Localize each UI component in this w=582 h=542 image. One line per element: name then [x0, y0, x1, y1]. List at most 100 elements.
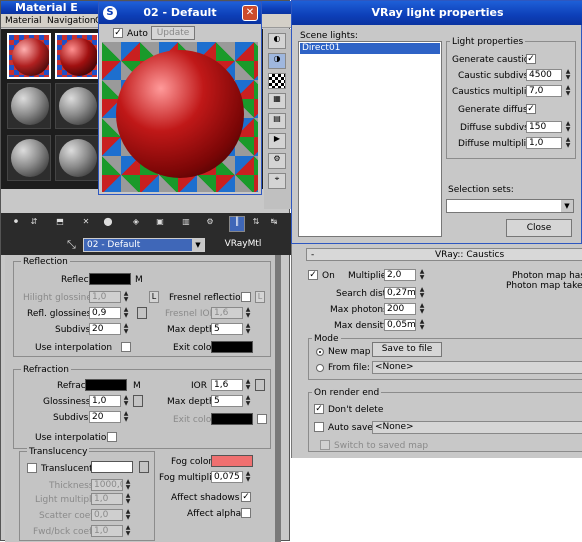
reflect-color-swatch[interactable] — [89, 273, 131, 285]
backlight-icon[interactable]: ◑ — [268, 53, 286, 69]
refract-color-swatch[interactable] — [85, 379, 127, 391]
spinner-icon[interactable]: ▲ ▼ — [418, 319, 426, 331]
spinner-icon[interactable]: ▲ ▼ — [122, 307, 130, 319]
options-icon[interactable]: ⚙ — [268, 153, 286, 169]
diffuse-subdivs-field[interactable]: 150 — [526, 121, 562, 133]
refr-max-depth-field[interactable]: 5 — [211, 395, 243, 407]
fog-color-swatch[interactable] — [211, 455, 253, 467]
save-to-file-button[interactable]: Save to file — [372, 342, 442, 357]
spinner-icon[interactable]: ▲ ▼ — [122, 291, 130, 303]
auto-checkbox[interactable]: ✓ — [113, 28, 123, 38]
refr-glossiness-field[interactable]: 1,0 — [89, 395, 121, 407]
spinner-icon[interactable]: ▲ ▼ — [124, 479, 132, 491]
spinner-icon[interactable]: ▲ ▼ — [244, 307, 252, 319]
sample-slot-1[interactable] — [7, 33, 51, 79]
material-type-button[interactable]: VRayMtl — [211, 238, 275, 252]
copy-material-icon[interactable]: ⬤ — [101, 217, 115, 231]
spinner-icon[interactable]: ▲ ▼ — [564, 69, 572, 81]
go-to-parent-icon[interactable]: ⚙ — [203, 217, 217, 231]
select-by-material-icon[interactable]: ⌖ — [268, 173, 286, 189]
switch-to-saved-checkbox[interactable] — [320, 440, 330, 450]
close-icon[interactable]: ✕ — [242, 5, 258, 21]
eyedropper-icon[interactable]: ⤡ — [67, 238, 76, 252]
refl-exit-color-swatch[interactable] — [211, 341, 253, 353]
refl-glossiness-field[interactable]: 0,9 — [89, 307, 121, 319]
spinner-icon[interactable]: ▲ ▼ — [418, 303, 426, 315]
spinner-icon[interactable]: ▲ ▼ — [244, 471, 252, 483]
auto-save-checkbox[interactable] — [314, 422, 324, 432]
from-file-field[interactable]: <None> — [372, 361, 582, 374]
vray-light-titlebar[interactable]: VRay light properties — [292, 1, 582, 25]
multiplier-field[interactable]: 2,0 — [384, 269, 416, 281]
fog-multiplier-field[interactable]: 0,075 — [211, 471, 243, 483]
spinner-icon[interactable]: ▲ ▼ — [244, 379, 252, 391]
hilight-lock-button[interactable]: L — [149, 291, 159, 303]
spinner-icon[interactable]: ▲ ▼ — [564, 121, 572, 133]
refl-use-interpolation-checkbox[interactable] — [121, 342, 131, 352]
get-material-icon[interactable]: ⚫ — [9, 217, 23, 231]
dont-delete-checkbox[interactable]: ✓ — [314, 404, 324, 414]
spinner-icon[interactable]: ▲ ▼ — [124, 493, 132, 505]
translucent-checkbox[interactable] — [27, 463, 37, 473]
list-item[interactable]: Direct01 — [300, 43, 440, 54]
fresnel-lock-button[interactable]: L — [255, 291, 265, 303]
refl-subdivs-field[interactable]: 20 — [89, 323, 121, 335]
affect-shadows-checkbox[interactable]: ✓ — [241, 492, 251, 502]
show-end-result-icon[interactable]: ▥ — [179, 217, 193, 231]
light-multiplier-field[interactable]: 1,0 — [91, 493, 123, 505]
fresnel-reflections-checkbox[interactable] — [241, 292, 251, 302]
refl-glossiness-map-button[interactable] — [137, 307, 147, 319]
from-file-radio[interactable] — [316, 364, 324, 372]
spinner-icon[interactable]: ▲ ▼ — [564, 137, 572, 149]
translucent-color-swatch[interactable] — [91, 461, 133, 473]
refr-subdivs-field[interactable]: 20 — [89, 411, 121, 423]
caustics-rollout-header[interactable]: - VRay:: Caustics — [306, 248, 582, 261]
sample-slot-3[interactable] — [7, 83, 51, 129]
generate-caustics-checkbox[interactable]: ✓ — [526, 54, 536, 64]
refr-use-interpolation-checkbox[interactable] — [107, 432, 117, 442]
search-dist-field[interactable]: 0,27m — [384, 287, 416, 299]
menu-navigation[interactable]: Navigation — [47, 16, 96, 26]
ior-map-button[interactable] — [255, 379, 265, 391]
refr-exit-color-swatch[interactable] — [211, 413, 253, 425]
material-name-dropdown[interactable]: 02 - Default ▼ — [83, 238, 205, 252]
reflect-map-button[interactable]: M — [135, 275, 143, 285]
sample-slot-6[interactable] — [55, 135, 99, 181]
caustic-subdivs-field[interactable]: 4500 — [526, 69, 562, 81]
refr-glossiness-map-button[interactable] — [133, 395, 143, 407]
hilight-glossiness-field[interactable]: 1,0 — [89, 291, 121, 303]
thickness-field[interactable]: 1000,0 — [91, 479, 123, 491]
generate-diffuse-checkbox[interactable]: ✓ — [526, 104, 536, 114]
spinner-icon[interactable]: ▲ ▼ — [124, 509, 132, 521]
material-navigator-icon[interactable]: ⇅ — [249, 217, 263, 231]
refl-max-depth-field[interactable]: 5 — [211, 323, 243, 335]
spinner-icon[interactable]: ▲ ▼ — [122, 323, 130, 335]
put-to-scene-icon[interactable]: ⇵ — [27, 217, 41, 231]
ior-field[interactable]: 1,6 — [211, 379, 243, 391]
caustics-multiplier-field[interactable]: 7,0 — [526, 85, 562, 97]
show-map-icon[interactable]: ▣ — [153, 217, 167, 231]
spinner-icon[interactable]: ▲ ▼ — [418, 269, 426, 281]
spinner-icon[interactable]: ▲ ▼ — [122, 395, 130, 407]
spinner-icon[interactable]: ▲ ▼ — [564, 85, 572, 97]
zoom-preview[interactable] — [102, 42, 258, 192]
update-button[interactable]: Update — [151, 26, 195, 40]
sample-type-icon[interactable]: ◐ — [268, 33, 286, 49]
affect-alpha-checkbox[interactable] — [241, 508, 251, 518]
fwd-bck-coeff-field[interactable]: 1,0 — [91, 525, 123, 537]
spinner-icon[interactable]: ▲ ▼ — [418, 287, 426, 299]
video-color-icon[interactable]: ▤ — [268, 113, 286, 129]
scene-lights-list[interactable]: Direct01 — [298, 41, 442, 237]
assign-material-icon[interactable]: ⬒ — [53, 217, 67, 231]
menu-material[interactable]: Material — [5, 16, 42, 26]
reset-map-icon[interactable]: ✕ — [79, 217, 93, 231]
refract-map-button[interactable]: M — [133, 381, 141, 391]
material-effects-icon[interactable]: ◈ — [129, 217, 143, 231]
translucent-map-button[interactable] — [139, 461, 149, 473]
diffuse-multiplier-field[interactable]: 1,0 — [526, 137, 562, 149]
zoom-window-titlebar[interactable]: S 02 - Default ✕ — [99, 2, 261, 24]
sample-slot-2[interactable] — [55, 33, 99, 79]
new-map-radio[interactable] — [316, 348, 324, 356]
spinner-icon[interactable]: ▲ ▼ — [244, 395, 252, 407]
scatter-coeff-field[interactable]: 0,0 — [91, 509, 123, 521]
